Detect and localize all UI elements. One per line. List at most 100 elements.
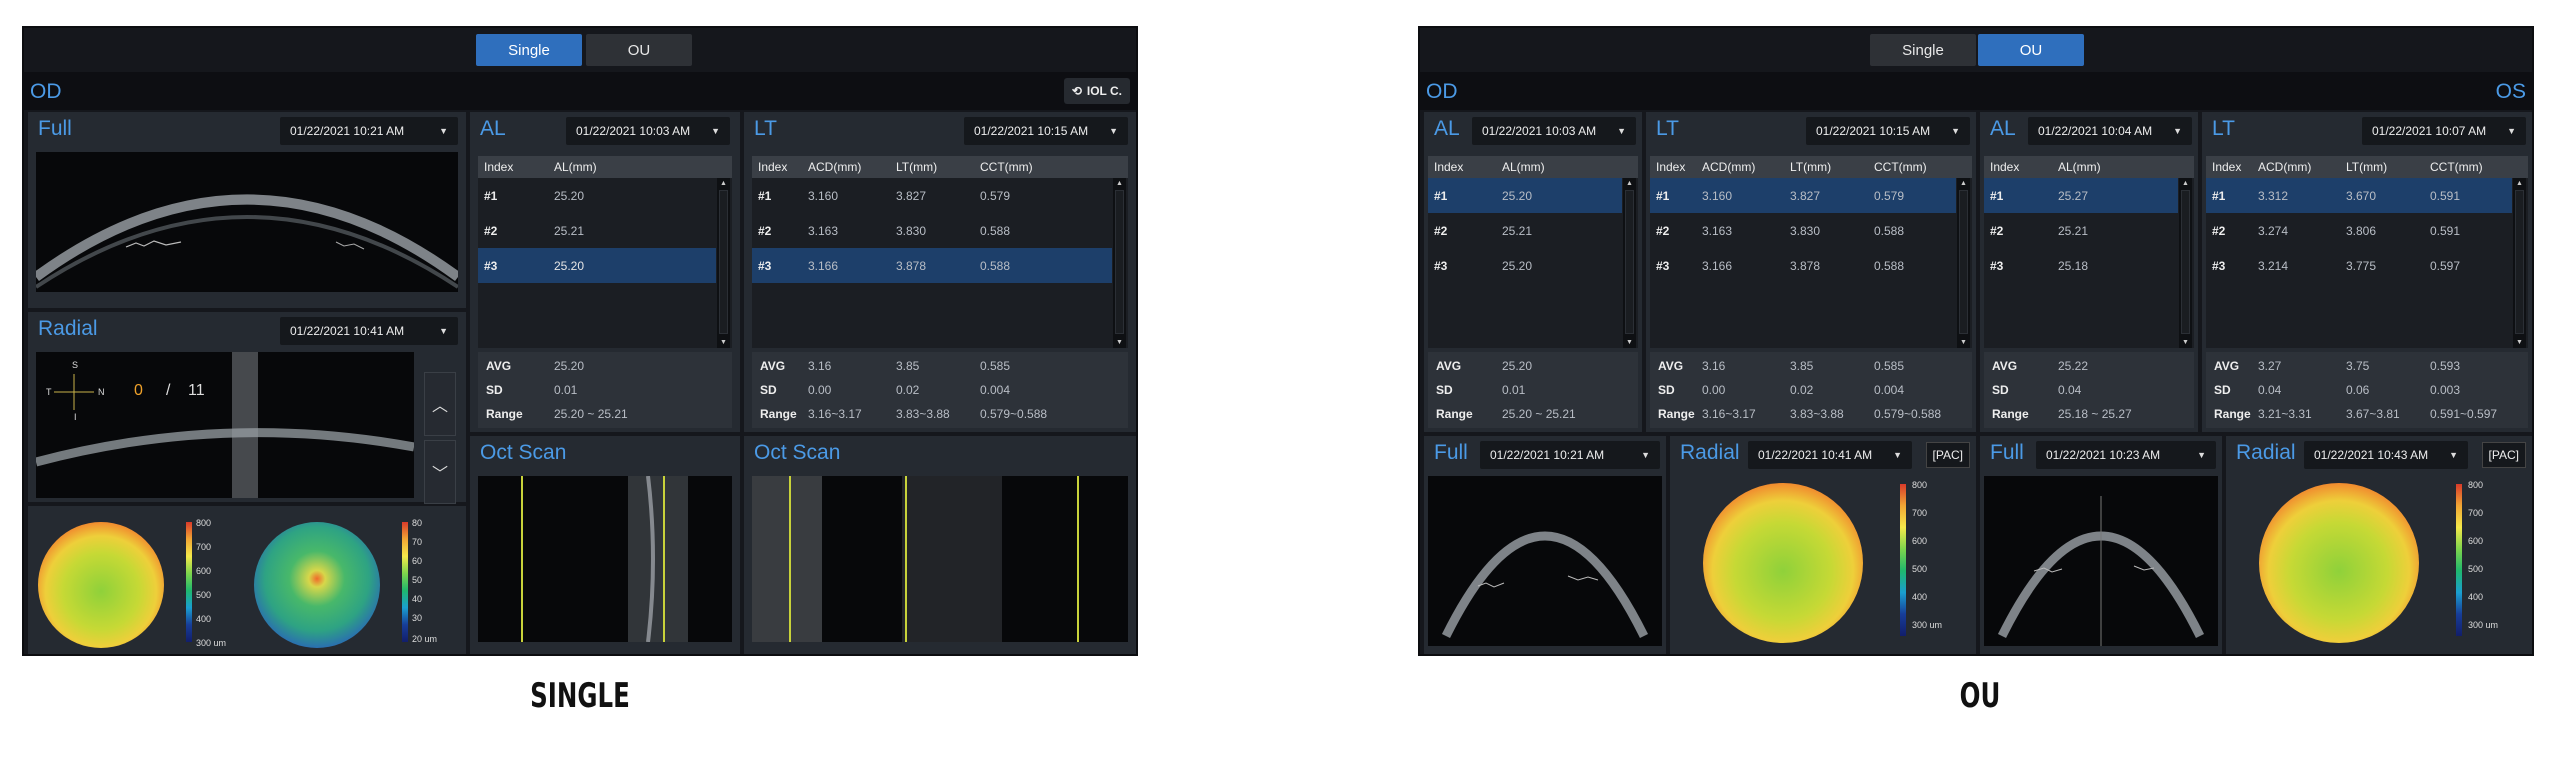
scrollbar[interactable]: ▲ ▼ [2513, 178, 2526, 348]
od-radial-date-dropdown[interactable]: 01/22/2021 10:41 AM ▼ [1748, 441, 1912, 469]
caret-down-icon: ▼ [439, 126, 448, 136]
os-lt-date-dropdown[interactable]: 01/22/2021 10:07 AM ▼ [2362, 117, 2526, 145]
oct-scan-panel-2: Oct Scan [744, 436, 1136, 654]
table-row[interactable]: #1 25.20 [1428, 178, 1622, 213]
eye-label-os: OS [2495, 80, 2526, 103]
table-row[interactable]: #1 25.20 [478, 178, 716, 213]
al-date-dropdown[interactable]: 01/22/2021 10:03 AM ▼ [566, 117, 730, 145]
os-full-date-dropdown[interactable]: 01/22/2021 10:23 AM ▼ [2036, 441, 2216, 469]
table-row[interactable]: #3 25.18 [1984, 248, 2178, 283]
lt-stats: AVG 3.16 3.85 0.585 SD 0.00 0.02 0.004 Range 3.… [752, 352, 1128, 428]
radial-date-dropdown[interactable]: 01/22/2021 10:41 AM ▼ [280, 317, 458, 345]
al-scrollbar[interactable]: ▲ ▼ [717, 178, 730, 348]
full-panel: Full 01/22/2021 10:21 AM ▼ [28, 112, 466, 308]
od-radial-panel: Radial 01/22/2021 10:41 AM ▼ [PAC] 800 70… [1670, 436, 1976, 654]
os-full-panel: Full 01/22/2021 10:23 AM ▼ [1980, 436, 2222, 654]
scrollbar[interactable]: ▲ ▼ [2179, 178, 2192, 348]
dir-nasal: N [98, 387, 105, 397]
eye-label-od: OD [30, 80, 62, 103]
pac-button[interactable]: [PAC] [2481, 442, 2526, 468]
chevron-down-icon: ﹀ [431, 466, 448, 483]
table-row[interactable]: #2 3.163 3.830 0.588 [752, 213, 1112, 248]
os-al-date-dropdown[interactable]: 01/22/2021 10:04 AM ▼ [2028, 117, 2192, 145]
table-row[interactable]: #2 25.21 [1984, 213, 2178, 248]
caret-down-icon: ▼ [711, 126, 720, 136]
table-row[interactable]: #2 3.163 3.830 0.588 [1650, 213, 1956, 248]
al-table-body: #1 25.20 #2 25.21 #3 25.20 ▲ ▼ [478, 178, 732, 348]
dir-temporal: T [46, 387, 52, 397]
scroll-down-icon: ▼ [720, 339, 727, 346]
caret-down-icon: ▼ [2507, 126, 2516, 136]
oct-scan-title: Oct Scan [480, 441, 567, 464]
table-row[interactable]: #3 3.214 3.775 0.597 [2206, 248, 2512, 283]
thickness-map [1703, 483, 1863, 643]
lt-scrollbar[interactable]: ▲ ▼ [1113, 178, 1126, 348]
caret-down-icon: ▼ [1617, 126, 1626, 136]
table-row[interactable]: #1 3.312 3.670 0.591 [2206, 178, 2512, 213]
eye-bar: OD OS [1420, 72, 2532, 110]
colorbar [1900, 484, 1906, 636]
od-lt-date-dropdown[interactable]: 01/22/2021 10:15 AM ▼ [1806, 117, 1970, 145]
frame-down-button[interactable]: ﹀ [424, 440, 456, 504]
colorbar [2456, 484, 2462, 636]
table-row[interactable]: #3 3.166 3.878 0.588 [752, 248, 1112, 283]
table-row[interactable]: #1 25.27 [1984, 178, 2178, 213]
table-row[interactable]: #2 3.274 3.806 0.591 [2206, 213, 2512, 248]
frame-total: 11 [188, 382, 205, 399]
oct-scan-title: Oct Scan [754, 441, 841, 464]
table-row[interactable]: #3 3.166 3.878 0.588 [1650, 248, 1956, 283]
scrollbar[interactable]: ▲ ▼ [1957, 178, 1970, 348]
single-screen: Single OU OD ⟲ IOL C. Full 01/22/2021 10… [22, 26, 1138, 656]
od-full-date-dropdown[interactable]: 01/22/2021 10:21 AM ▼ [1480, 441, 1660, 469]
od-al-date-dropdown[interactable]: 01/22/2021 10:03 AM ▼ [1472, 117, 1636, 145]
full-date-dropdown[interactable]: 01/22/2021 10:21 AM ▼ [280, 117, 458, 145]
tab-single[interactable]: Single [476, 34, 582, 66]
caption-single: SINGLE [530, 676, 630, 716]
lt-date-dropdown[interactable]: 01/22/2021 10:15 AM ▼ [964, 117, 1128, 145]
thickness-map-2 [254, 522, 380, 648]
lt-panel: LT 01/22/2021 10:15 AM ▼ Index ACD(mm) LT… [744, 112, 1136, 432]
scrollbar[interactable]: ▲ ▼ [1623, 178, 1636, 348]
lt-table-body: #1 3.160 3.827 0.579 #2 3.163 3.830 0.588 #3 3.… [752, 178, 1128, 348]
oct-scan-panel-1: Oct Scan [470, 436, 740, 654]
table-row[interactable]: #1 3.160 3.827 0.579 [752, 178, 1112, 213]
os-al-panel: AL 01/22/2021 10:04 AM ▼ Index AL(mm) #1 2… [1980, 112, 2198, 432]
table-row[interactable]: #2 25.21 [478, 213, 716, 248]
scroll-down-icon: ▼ [1116, 339, 1123, 346]
radial-title: Radial [38, 317, 98, 340]
caret-down-icon: ▼ [1893, 450, 1902, 460]
table-row[interactable]: #3 25.20 [478, 248, 716, 283]
full-oct-image [36, 152, 458, 292]
thickness-map [2259, 483, 2419, 643]
pac-button[interactable]: [PAC] [1925, 442, 1970, 468]
top-bar: Single OU [1420, 28, 2532, 72]
chevron-up-icon: ︿ [431, 398, 448, 415]
eye-label-od: OD [1426, 80, 1458, 103]
tab-single[interactable]: Single [1870, 34, 1976, 66]
caret-down-icon: ▼ [1109, 126, 1118, 136]
frame-separator: / [166, 382, 171, 399]
caret-down-icon: ▼ [2173, 126, 2182, 136]
od-full-panel: Full 01/22/2021 10:21 AM ▼ [1424, 436, 1666, 654]
lt-table-header: Index ACD(mm) LT(mm) CCT(mm) [752, 156, 1128, 178]
scroll-up-icon: ▲ [720, 180, 727, 187]
table-row[interactable]: #3 25.20 [1428, 248, 1622, 283]
ou-screen: Single OU OD OS AL 01/22/2021 10:03 AM ▼ … [1418, 26, 2534, 656]
table-row[interactable]: #1 3.160 3.827 0.579 [1650, 178, 1956, 213]
full-oct-image [1428, 476, 1662, 646]
iol-calc-button[interactable]: ⟲ IOL C. [1063, 78, 1130, 104]
maps-panel: 800 700 600 500 400 300 um 80 70 60 50 4… [28, 506, 466, 654]
lt-title: LT [754, 117, 777, 140]
table-row[interactable]: #2 25.21 [1428, 213, 1622, 248]
frame-up-button[interactable]: ︿ [424, 372, 456, 436]
os-radial-date-dropdown[interactable]: 01/22/2021 10:43 AM ▼ [2304, 441, 2468, 469]
os-radial-panel: Radial 01/22/2021 10:43 AM ▼ [PAC] 800 70… [2226, 436, 2532, 654]
od-lt-panel: LT 01/22/2021 10:15 AM ▼ Index ACD(mm) LT… [1646, 112, 1976, 432]
tab-ou[interactable]: OU [1978, 34, 2084, 66]
caret-down-icon: ▼ [439, 326, 448, 336]
eye-bar: OD ⟲ IOL C. [24, 72, 1136, 110]
frame-current: 0 [134, 382, 143, 399]
tab-ou[interactable]: OU [586, 34, 692, 66]
refresh-icon: ⟲ [1071, 84, 1082, 98]
full-title: Full [38, 117, 72, 140]
